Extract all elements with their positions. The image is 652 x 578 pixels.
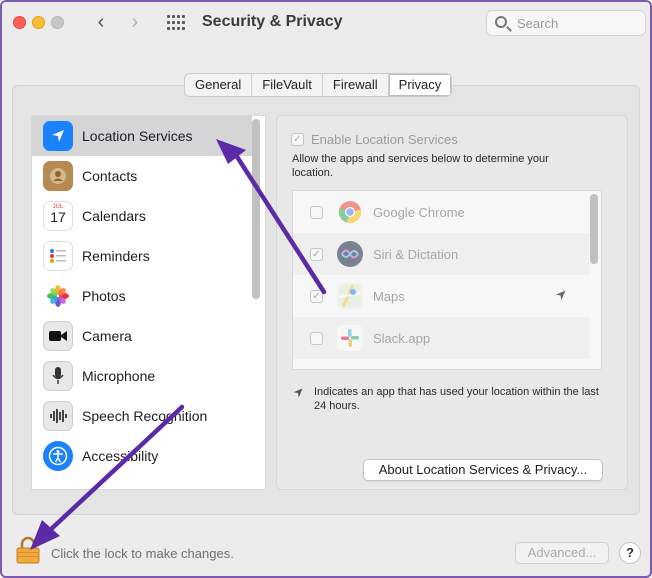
app-checkbox[interactable]: ✓: [310, 247, 323, 261]
window-title: Security & Privacy: [202, 13, 343, 30]
tab-privacy[interactable]: Privacy: [388, 74, 452, 96]
app-row-google-chrome[interactable]: Google Chrome: [293, 191, 589, 233]
sidebar-item-label: Location Services: [82, 128, 193, 144]
camera-icon: [43, 321, 73, 351]
sidebar-item-contacts[interactable]: Contacts: [32, 156, 252, 196]
sidebar-item-reminders[interactable]: Reminders: [32, 236, 252, 276]
enable-location-services-checkbox[interactable]: ✓ Enable Location Services: [291, 132, 458, 147]
sidebar-item-label: Calendars: [82, 208, 146, 224]
tab-bar: General FileVault Firewall Privacy: [184, 73, 453, 97]
sidebar-scrollbar[interactable]: [252, 119, 260, 299]
sidebar-item-label: Speech Recognition: [82, 408, 208, 424]
location-arrow-icon: [43, 121, 73, 151]
reminders-icon: [43, 241, 73, 271]
app-checkbox[interactable]: [310, 331, 323, 345]
sidebar-item-calendars[interactable]: JUL 17 Calendars: [32, 196, 252, 236]
lock-hint-text: Click the lock to make changes.: [51, 546, 234, 561]
title-bar: ‹ › Security & Privacy Search: [2, 2, 650, 44]
photos-icon: [43, 281, 73, 311]
sidebar-item-label: Photos: [82, 288, 126, 304]
chrome-icon: [337, 199, 363, 225]
sidebar-item-label: Microphone: [82, 368, 156, 384]
sidebar-item-label: Accessibility: [82, 448, 159, 464]
sidebar-item-location-services[interactable]: Location Services: [32, 116, 252, 156]
maps-icon: [337, 283, 363, 309]
security-privacy-window: ‹ › Security & Privacy Search General Fi…: [0, 0, 652, 578]
close-window-button[interactable]: [13, 16, 26, 29]
app-row-siri-dictation[interactable]: ✓ Siri & Dictation: [293, 233, 589, 275]
search-placeholder: Search: [517, 16, 559, 31]
recent-location-note-text: Indicates an app that has used your loca…: [314, 386, 599, 412]
app-name: Slack.app: [373, 330, 431, 346]
search-field[interactable]: Search: [486, 10, 646, 36]
accessibility-icon: [43, 441, 73, 471]
sidebar-item-microphone[interactable]: Microphone: [32, 356, 252, 396]
sidebar-item-photos[interactable]: Photos: [32, 276, 252, 316]
recent-location-note: Indicates an app that has used your loca…: [292, 385, 612, 413]
sidebar-item-camera[interactable]: Camera: [32, 316, 252, 356]
recent-location-arrow-icon: [554, 289, 567, 307]
minimize-window-button[interactable]: [32, 16, 45, 29]
sidebar-item-label: Contacts: [82, 168, 138, 184]
help-button[interactable]: ?: [619, 542, 641, 564]
checkbox-checked-icon: ✓: [291, 133, 304, 146]
forward-chevron-icon[interactable]: ›: [124, 11, 146, 33]
location-apps-list[interactable]: Google Chrome ✓ Siri & Dictation ✓ Maps …: [292, 190, 602, 370]
calendar-icon: JUL 17: [43, 201, 73, 231]
app-checkbox[interactable]: ✓: [310, 289, 323, 303]
about-location-services-button[interactable]: About Location Services & Privacy...: [363, 459, 603, 481]
sidebar-item-label: Reminders: [82, 248, 150, 264]
recent-location-arrow-icon: [292, 387, 304, 413]
microphone-icon: [43, 361, 73, 391]
slack-icon: [337, 325, 363, 351]
privacy-category-list[interactable]: Location Services Contacts JUL 17 Calend…: [31, 115, 266, 490]
tab-general[interactable]: General: [185, 74, 253, 96]
sidebar-item-accessibility[interactable]: Accessibility: [32, 436, 252, 476]
tab-filevault[interactable]: FileVault: [252, 74, 323, 96]
back-chevron-icon[interactable]: ‹: [90, 11, 112, 33]
lock-icon[interactable]: [16, 536, 40, 564]
contacts-icon: [43, 161, 73, 191]
sidebar-item-label: Camera: [82, 328, 132, 344]
enable-location-services-label: Enable Location Services: [311, 132, 458, 147]
speech-recognition-icon: [43, 401, 73, 431]
zoom-window-button[interactable]: [51, 16, 64, 29]
app-name: Google Chrome: [373, 204, 465, 220]
advanced-button[interactable]: Advanced...: [515, 542, 609, 564]
siri-icon: [337, 241, 363, 267]
location-description: Allow the apps and services below to det…: [292, 153, 549, 179]
app-row-slack[interactable]: Slack.app: [293, 317, 589, 359]
show-all-grid-icon[interactable]: [167, 15, 185, 31]
app-checkbox[interactable]: [310, 205, 323, 219]
apps-list-scrollbar[interactable]: [590, 194, 598, 264]
app-row-maps[interactable]: ✓ Maps: [293, 275, 589, 317]
sidebar-item-speech-recognition[interactable]: Speech Recognition: [32, 396, 252, 436]
tab-firewall[interactable]: Firewall: [323, 74, 389, 96]
app-name: Maps: [373, 288, 405, 304]
search-icon: [495, 16, 507, 28]
app-name: Siri & Dictation: [373, 246, 459, 262]
